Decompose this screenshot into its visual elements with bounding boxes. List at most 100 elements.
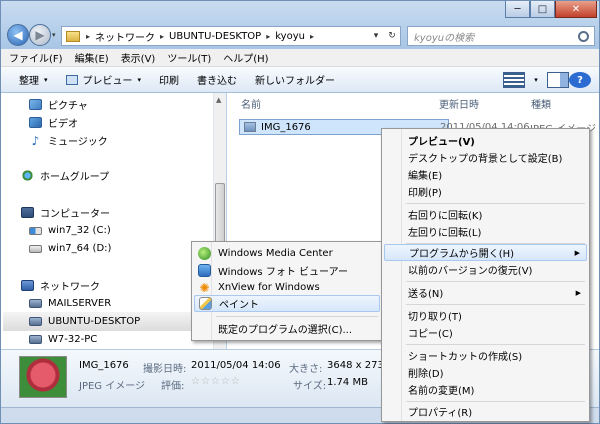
- xnview-icon: ✺: [199, 280, 210, 295]
- new-folder-label: 新しいフォルダー: [255, 76, 336, 87]
- help-button[interactable]: ?: [569, 72, 591, 88]
- menu-item-create-shortcut[interactable]: ショートカットの作成(S): [384, 347, 587, 364]
- print-button[interactable]: 印刷: [159, 72, 179, 87]
- preview-icon: [65, 74, 78, 85]
- breadcrumb-separator-icon[interactable]: ▸: [86, 32, 90, 41]
- menu-item-properties[interactable]: プロパティ(R): [384, 403, 587, 420]
- column-header-name[interactable]: 名前: [241, 93, 261, 113]
- burn-label: 書き込む: [197, 76, 238, 87]
- menu-item-preview[interactable]: プレビュー(V): [384, 132, 587, 149]
- computer-host-icon: [29, 335, 42, 344]
- forward-button[interactable]: ▶: [29, 24, 51, 46]
- organize-label: 整理: [19, 76, 39, 87]
- nav-item-pictures[interactable]: ピクチャ: [29, 95, 88, 114]
- address-actions: ▾ ↻: [368, 31, 400, 41]
- menu-view[interactable]: 表示(V): [121, 50, 156, 65]
- menu-item-copy[interactable]: コピー(C): [384, 324, 587, 341]
- burn-button[interactable]: 書き込む: [197, 72, 237, 87]
- nav-item-homegroup[interactable]: ホームグループ: [21, 166, 109, 185]
- breadcrumb-separator-icon[interactable]: ▸: [266, 32, 270, 41]
- menu-label: 削除(D): [408, 369, 444, 380]
- minimize-button[interactable]: ─: [505, 1, 530, 18]
- forward-arrow-icon: ▶: [35, 28, 45, 42]
- menu-label: コピー(C): [408, 329, 453, 340]
- maximize-button[interactable]: □: [530, 1, 555, 18]
- menu-item-set-background[interactable]: デスクトップの背景として設定(B): [384, 149, 587, 166]
- organize-button[interactable]: 整理 ▾: [19, 72, 48, 88]
- menu-separator: [406, 281, 585, 282]
- nav-item-videos[interactable]: ビデオ: [29, 113, 78, 132]
- nav-item-music[interactable]: ♪ ミュージック: [29, 131, 108, 150]
- menu-label: 以前のバージョンの復元(V): [408, 266, 533, 277]
- views-dropdown-button[interactable]: ▾: [525, 72, 547, 88]
- address-bar[interactable]: ▸ ネットワーク ▸ UBUNTU-DESKTOP ▸ kyoyu ▸ ▾ ↻: [61, 26, 401, 46]
- scroll-up-icon[interactable]: ▲: [216, 96, 221, 104]
- preview-pane-button[interactable]: [547, 72, 569, 88]
- submenu-choose-default-program[interactable]: 既定のプログラムの選択(C)...: [194, 320, 380, 337]
- menu-item-rename[interactable]: 名前の変更(M): [384, 381, 587, 398]
- menu-item-open-with[interactable]: プログラムから開く(H) ▶: [384, 244, 587, 261]
- nav-item-ubuntu-desktop[interactable]: UBUNTU-DESKTOP: [3, 312, 213, 331]
- breadcrumb-network[interactable]: ネットワーク: [95, 29, 155, 44]
- menu-label: 名前の変更(M): [408, 386, 475, 397]
- nav-item-mailserver[interactable]: MAILSERVER: [29, 294, 111, 313]
- nav-label: MAILSERVER: [48, 298, 112, 309]
- rating-stars[interactable]: ☆☆☆☆☆: [191, 376, 241, 387]
- menu-tools[interactable]: ツール(T): [167, 50, 211, 65]
- search-box[interactable]: kyoyuの検索: [407, 26, 595, 46]
- breadcrumb-ubuntu-desktop[interactable]: UBUNTU-DESKTOP: [169, 31, 261, 42]
- menu-help[interactable]: ヘルプ(H): [223, 50, 268, 65]
- menu-item-edit[interactable]: 編集(E): [384, 166, 587, 183]
- nav-label: ピクチャ: [48, 101, 88, 112]
- nav-label: コンピューター: [40, 209, 110, 220]
- menu-item-rotate-right[interactable]: 右回りに回転(K): [384, 206, 587, 223]
- menu-label: 編集(E): [408, 171, 443, 182]
- nav-item-w7-32-pc[interactable]: W7-32-PC: [29, 330, 97, 349]
- nav-item-drive-d[interactable]: win7_64 (D:): [29, 239, 111, 258]
- breadcrumb-separator-icon[interactable]: ▸: [160, 32, 164, 41]
- menu-item-restore-previous[interactable]: 以前のバージョンの復元(V): [384, 261, 587, 278]
- system-drive-icon: [29, 226, 42, 235]
- breadcrumb-separator-icon[interactable]: ▸: [310, 32, 314, 41]
- address-dropdown-icon[interactable]: ▾: [368, 31, 384, 41]
- search-placeholder: kyoyuの検索: [414, 32, 475, 44]
- new-folder-button[interactable]: 新しいフォルダー: [255, 72, 335, 87]
- menu-file[interactable]: ファイル(F): [9, 50, 63, 65]
- nav-item-computer[interactable]: コンピューター: [21, 203, 110, 222]
- paint-icon: [199, 297, 212, 310]
- nav-item-drive-c[interactable]: win7_32 (C:): [29, 221, 111, 240]
- recent-pages-dropdown-icon[interactable]: ▾: [52, 31, 56, 39]
- submenu-paint[interactable]: ペイント: [194, 295, 380, 312]
- menu-item-rotate-left[interactable]: 左回りに回転(L): [384, 223, 587, 240]
- nav-label: ネットワーク: [40, 282, 100, 293]
- date-taken-label: 撮影日時:: [143, 364, 187, 375]
- details-file-name: IMG_1676: [79, 360, 129, 371]
- column-header-type[interactable]: 種類: [531, 93, 551, 113]
- menu-label: 切り取り(T): [408, 312, 462, 323]
- homegroup-icon: [21, 170, 34, 181]
- preview-dropdown-icon: ▾: [137, 75, 142, 84]
- column-header-date[interactable]: 更新日時: [439, 93, 479, 113]
- submenu-photo-viewer[interactable]: Windows フォト ビューアー: [194, 262, 380, 279]
- preview-button[interactable]: プレビュー ▾: [65, 72, 142, 87]
- refresh-icon[interactable]: ↻: [384, 31, 400, 41]
- menu-item-print[interactable]: 印刷(P): [384, 183, 587, 200]
- drive-icon: [29, 244, 42, 253]
- preview-pane-icon: [547, 72, 569, 88]
- thumbnail-image: [19, 356, 67, 398]
- search-icon[interactable]: [578, 30, 589, 42]
- menu-item-send-to[interactable]: 送る(N) ▶: [384, 284, 587, 301]
- close-button[interactable]: ✕: [555, 1, 597, 18]
- nav-label: win7_64 (D:): [48, 243, 112, 254]
- submenu-xnview[interactable]: ✺ XnView for Windows: [194, 279, 380, 296]
- menu-item-cut[interactable]: 切り取り(T): [384, 307, 587, 324]
- menu-item-delete[interactable]: 削除(D): [384, 364, 587, 381]
- breadcrumb-kyoyu[interactable]: kyoyu: [275, 31, 305, 42]
- submenu-windows-media-center[interactable]: Windows Media Center: [194, 245, 380, 262]
- nav-item-network[interactable]: ネットワーク: [21, 276, 100, 295]
- change-view-button[interactable]: [503, 72, 525, 88]
- menu-edit[interactable]: 編集(E): [75, 50, 109, 65]
- rating-label: 評価:: [161, 381, 185, 392]
- back-button[interactable]: ◀: [7, 24, 29, 46]
- file-context-menu: プレビュー(V) デスクトップの背景として設定(B) 編集(E) 印刷(P) 右…: [381, 128, 590, 422]
